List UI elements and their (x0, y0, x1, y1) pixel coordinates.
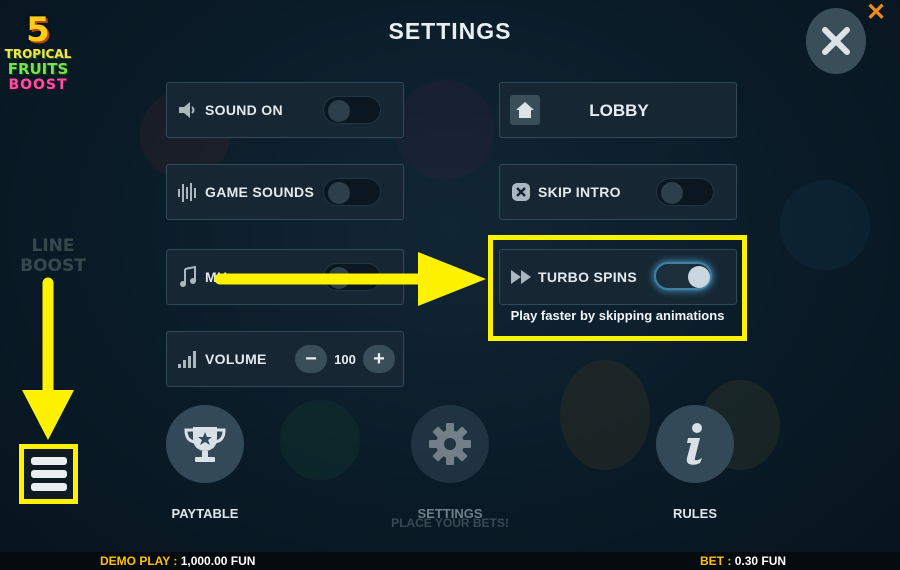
toggle-knob (661, 182, 683, 204)
gear-icon (429, 423, 471, 465)
line-boost-text: LINE BOOST (18, 236, 88, 276)
sound-on-label: SOUND ON (205, 102, 283, 118)
skip-intro-label: SKIP INTRO (538, 184, 621, 200)
logo-text-fruits: FRUITS (7, 60, 69, 78)
game-sounds-label: GAME SOUNDS (205, 184, 315, 200)
music-note-icon (177, 266, 199, 288)
page-title: SETTINGS (388, 18, 512, 44)
game-sounds-toggle[interactable] (323, 178, 381, 206)
game-sounds-panel: GAME SOUNDS (166, 164, 404, 220)
lobby-button[interactable]: LOBBY (499, 82, 737, 138)
menu-bar (30, 483, 67, 491)
lobby-label: LOBBY (589, 101, 649, 120)
info-icon (686, 423, 702, 465)
line-text: LINE (31, 236, 75, 256)
bet-value: 0.30 FUN (734, 554, 787, 568)
toggle-knob (328, 182, 350, 204)
volume-decrease-button[interactable]: − (295, 345, 327, 373)
bet-label: BET : (700, 554, 732, 568)
speaker-icon (177, 99, 199, 121)
equalizer-icon (177, 181, 199, 203)
volume-increase-button[interactable]: + (363, 345, 395, 373)
demo-play-value: 1,000.00 FUN (180, 554, 256, 568)
logo-text-boost: BOOST (8, 77, 68, 93)
rules-button[interactable] (656, 405, 734, 483)
music-panel: MU (166, 249, 404, 305)
volume-bars-icon (177, 348, 199, 370)
sound-on-panel: SOUND ON (166, 82, 404, 138)
close-button[interactable] (806, 8, 866, 74)
menu-button[interactable] (19, 444, 78, 504)
paytable-button[interactable] (166, 405, 244, 483)
place-bets-caption: PLACE YOUR BETS! (391, 516, 509, 530)
music-toggle[interactable] (323, 263, 381, 291)
bet-amount: BET : 0.30 FUN (700, 554, 786, 568)
settings-nav-button[interactable] (411, 405, 489, 483)
demo-play-label: DEMO PLAY : (100, 554, 178, 568)
skip-x-icon (510, 181, 532, 203)
sound-on-toggle[interactable] (323, 96, 381, 124)
trophy-icon (184, 427, 226, 462)
music-label: MU (205, 269, 228, 285)
status-bar: DEMO PLAY : 1,000.00 FUN BET : 0.30 FUN (0, 552, 900, 570)
toggle-knob (328, 100, 350, 122)
skip-intro-toggle[interactable] (656, 178, 714, 206)
close-icon (822, 27, 850, 55)
menu-bar (30, 457, 67, 465)
turbo-spins-highlight-box (488, 235, 747, 341)
toggle-knob (328, 267, 350, 289)
demo-balance: DEMO PLAY : 1,000.00 FUN (100, 554, 255, 568)
volume-label: VOLUME (205, 351, 267, 367)
boost-text: BOOST (20, 256, 86, 276)
corner-close-icon[interactable]: ✕ (866, 0, 886, 27)
skip-intro-panel: SKIP INTRO (499, 164, 737, 220)
volume-value: 100 (334, 352, 356, 367)
menu-bar (30, 470, 67, 478)
